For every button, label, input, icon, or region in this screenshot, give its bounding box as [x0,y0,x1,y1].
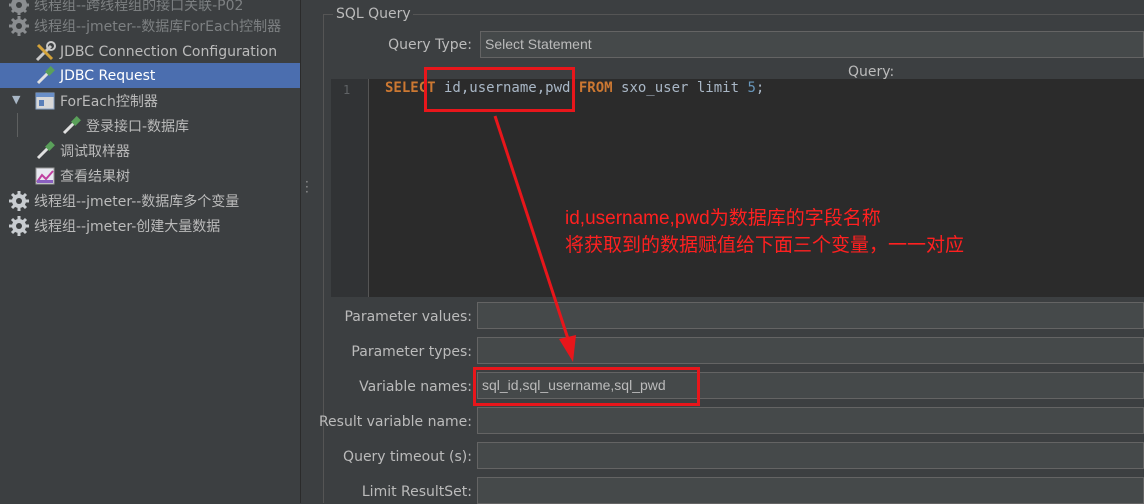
line-number: 1 [343,83,351,97]
tree-item-label: 线程组--jmeter--数据库ForEach控制器 [34,18,282,35]
sql-semicolon: ; [755,80,765,96]
tree-item-jdbc-connection[interactable]: JDBC Connection Configuration [0,39,300,64]
parameter-types-label: Parameter types: [351,344,472,360]
pipette-icon [34,65,56,87]
test-plan-tree: 线程组--跨线程组的接口关联-P02 线程组--jmeter--数据库ForEa… [0,0,300,503]
gear-icon [8,190,30,212]
tree-item-label: ForEach控制器 [60,93,158,110]
group-border [323,14,333,15]
parameter-types-input[interactable] [477,337,1144,364]
sql-table: sxo_user limit [612,80,748,96]
parameter-values-input[interactable] [477,302,1144,329]
sql-query-group-title: SQL Query [334,6,413,22]
variable-names-label: Variable names: [359,379,472,395]
sql-keyword-from: FROM [578,80,613,96]
gear-icon [8,215,30,237]
pipette-icon [34,140,56,162]
tree-item-thread-group-multi-vars[interactable]: 线程组--jmeter--数据库多个变量 [0,188,300,213]
splitter-handle-icon: · · · [305,175,309,199]
tree-item-foreach-controller[interactable]: ▼ ForEach控制器 [0,88,300,113]
tree-item-view-results-tree[interactable]: 查看结果树 [0,163,300,188]
limit-resultset-label: Limit ResultSet: [361,484,472,500]
wrench-icon [34,40,56,63]
line-number-gutter: 1 [331,79,369,297]
chart-icon [34,165,56,187]
result-variable-name-input[interactable] [477,407,1144,434]
chevron-down-icon[interactable]: ▼ [12,93,20,106]
tree-item-login-db[interactable]: 登录接口-数据库 [0,113,300,138]
query-type-label: Query Type: [388,37,472,53]
tree-item-jdbc-request[interactable]: JDBC Request [0,63,300,88]
query-label: Query: [848,64,895,80]
query-timeout-label: Query timeout (s): [343,449,472,465]
tree-item-thread-group-foreach[interactable]: 线程组--jmeter--数据库ForEach控制器 [0,13,300,38]
result-variable-name-label: Result variable name: [318,414,472,430]
tree-item-label: 线程组--jmeter-创建大量数据 [34,218,221,235]
tree-item-label: 查看结果树 [60,168,130,185]
parameter-values-label: Parameter values: [344,309,472,325]
tree-item-thread-group-bulk-data[interactable]: 线程组--jmeter-创建大量数据 [0,213,300,238]
tree-item-label: JDBC Connection Configuration [60,43,278,60]
group-border [405,14,1144,15]
tree-item-debug-sampler[interactable]: 调试取样器 [0,138,300,163]
controller-icon [34,90,56,112]
annotation-highlight-variables [473,367,700,406]
pipette-icon [60,115,82,137]
annotation-text: id,username,pwd为数据库的字段名称 将获取到的数据赋值给下面三个变… [565,205,964,259]
gear-icon [8,15,30,37]
tree-item-label: 登录接口-数据库 [86,118,190,135]
annotation-line-1: id,username,pwd为数据库的字段名称 [565,208,881,229]
sql-limit-number: 5 [747,80,756,96]
tree-item-label: 调试取样器 [60,143,130,160]
tree-item-label: 线程组--jmeter--数据库多个变量 [34,193,240,210]
annotation-highlight-fields [424,67,575,112]
panel-splitter[interactable]: · · · [300,0,315,503]
query-timeout-input[interactable] [477,442,1144,469]
annotation-line-2: 将获取到的数据赋值给下面三个变量，一一对应 [565,235,965,256]
limit-resultset-input[interactable] [477,477,1144,504]
tree-item-label: JDBC Request [60,67,156,84]
query-type-select[interactable]: Select Statement [480,31,1144,58]
